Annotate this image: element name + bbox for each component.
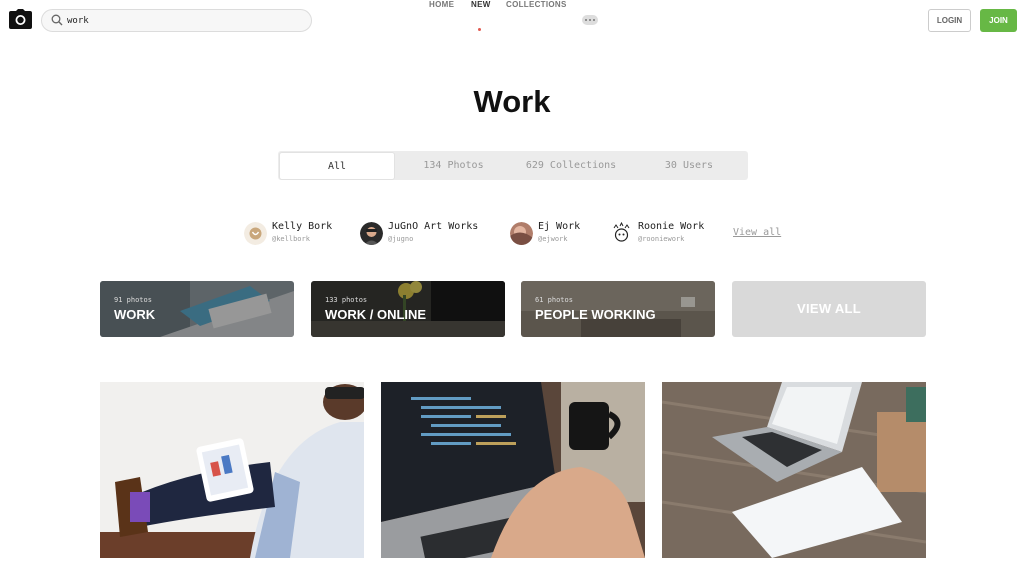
result-tabs: All 134 Photos 629 Collections 30 Users (278, 151, 748, 180)
photo-tablet-man[interactable] (100, 382, 364, 558)
collection-work[interactable]: 91 photos WORK (100, 281, 294, 337)
login-button[interactable]: LOGIN (928, 9, 971, 32)
collection-count: 133 photos (325, 296, 368, 304)
avatar (360, 222, 383, 245)
user-handle: @rooniework (638, 235, 685, 243)
user-name: Kelly Bork (272, 221, 333, 232)
user-name: Roonie Work (638, 221, 705, 232)
collection-name: WORK / ONLINE (325, 307, 427, 322)
more-dots-icon (585, 19, 587, 21)
user-handle: @ejwork (538, 235, 568, 243)
user-name: JuGnO Art Works (388, 221, 479, 232)
tab-photos[interactable]: 134 Photos (396, 153, 511, 179)
camera-logo-icon[interactable] (9, 9, 32, 29)
user-roonie-work[interactable]: Roonie Work @rooniework (610, 220, 725, 248)
nav-collections[interactable]: COLLECTIONS (506, 0, 567, 9)
user-name: Ej Work (538, 221, 581, 232)
search-input[interactable] (67, 13, 297, 29)
search-icon (51, 14, 63, 26)
nav-home[interactable]: HOME (429, 0, 454, 9)
tab-collections[interactable]: 629 Collections (511, 153, 631, 179)
user-jugno-art-works[interactable]: JuGnO Art Works @jugno (360, 220, 500, 248)
collection-count: 91 photos (114, 296, 152, 304)
collection-name: WORK (114, 307, 156, 322)
join-button[interactable]: JOIN (980, 9, 1017, 32)
user-kelly-bork[interactable]: Kelly Bork @kellbork (244, 220, 354, 248)
view-all-users-link[interactable]: View all (733, 227, 781, 238)
active-nav-indicator (478, 28, 481, 31)
photo-laptop-code[interactable] (381, 382, 645, 558)
avatar (244, 222, 267, 245)
more-menu-button[interactable] (582, 15, 598, 25)
collection-work-online[interactable]: 133 photos WORK / ONLINE (311, 281, 505, 337)
user-handle: @kellbork (272, 235, 310, 243)
collection-count: 61 photos (535, 296, 573, 304)
search-box[interactable] (41, 9, 312, 32)
collection-people-working[interactable]: 61 photos PEOPLE WORKING (521, 281, 715, 337)
user-ej-work[interactable]: Ej Work @ejwork (510, 220, 600, 248)
collection-name: PEOPLE WORKING (535, 307, 656, 322)
view-all-collections-button[interactable]: VIEW ALL (732, 281, 926, 337)
avatar (610, 222, 633, 245)
top-bar: HOME NEW COLLECTIONS LOGIN JOIN (0, 0, 1024, 40)
tab-users[interactable]: 30 Users (631, 153, 747, 179)
nav-new[interactable]: NEW (471, 0, 491, 9)
user-handle: @jugno (388, 235, 414, 243)
tab-all[interactable]: All (279, 152, 395, 180)
photo-laptop-desk[interactable] (662, 382, 926, 558)
page-title: Work (473, 84, 551, 119)
avatar (510, 222, 533, 245)
